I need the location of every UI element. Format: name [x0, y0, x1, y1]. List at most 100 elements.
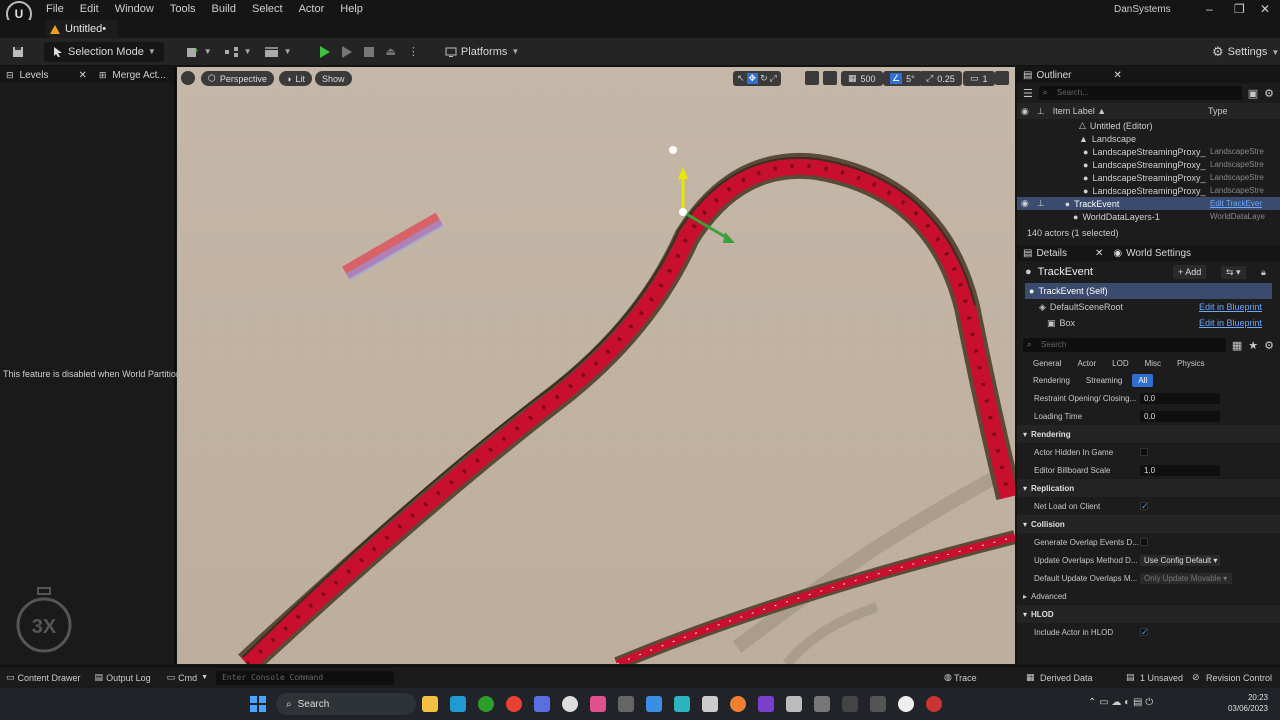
tab-details[interactable]: Details — [1036, 248, 1067, 259]
unreal-editor-taskbar-icon[interactable] — [898, 696, 914, 712]
camera-speed-button[interactable]: ▭ 1 — [963, 71, 995, 86]
settings-icon[interactable]: ⚙ — [1264, 87, 1274, 100]
category-streaming[interactable]: Streaming — [1080, 374, 1128, 387]
save-button[interactable] — [6, 42, 30, 62]
tray-icons[interactable]: ⌃ ▭ ☁ ◐ ▤ ⏻ — [1088, 697, 1153, 708]
unsaved-button[interactable]: 1 Unsaved — [1140, 673, 1183, 683]
hidden-checkbox[interactable] — [1140, 448, 1148, 456]
close-icon[interactable]: ✕ — [1113, 70, 1121, 81]
viewport-scene[interactable] — [177, 67, 1015, 664]
stop-button[interactable] — [358, 42, 380, 62]
edit-trackevent-link[interactable]: Edit TrackEver — [1210, 199, 1262, 208]
details-search-input[interactable]: ⌕ Search — [1023, 338, 1226, 352]
level-viewport[interactable]: ⬡ Perspective ◑ Lit Show ↖ ✥ ↻ ⤢ ▦ 500 ∠… — [177, 67, 1015, 664]
clock[interactable]: 20:23 03/06/2023 — [1214, 692, 1268, 714]
tab-world-settings[interactable]: World Settings — [1126, 248, 1191, 259]
outliner-row-proxy[interactable]: ● LandscapeStreamingProxy_ LandscapeStre — [1017, 184, 1280, 197]
play-options-button[interactable]: ⋮ — [402, 42, 425, 62]
menu-build[interactable]: Build — [204, 0, 244, 20]
hlod-checkbox[interactable]: ✓ — [1140, 628, 1149, 637]
scale-snap-button[interactable]: ⤢ 0.25 — [919, 71, 962, 86]
pin-icon[interactable]: ⊥ — [1037, 198, 1045, 209]
menu-tools[interactable]: Tools — [162, 0, 204, 20]
console-input[interactable]: Enter Console Command — [216, 670, 395, 685]
minimize-icon[interactable]: – — [1206, 2, 1213, 16]
net-load-checkbox[interactable]: ✓ — [1140, 502, 1149, 511]
content-drawer-button[interactable]: Content Drawer — [18, 673, 81, 683]
surface-snap-icon[interactable] — [823, 71, 837, 85]
perspective-button[interactable]: ⬡ Perspective — [201, 71, 274, 86]
menu-help[interactable]: Help — [332, 0, 371, 20]
outliner-row-untitled[interactable]: △ Untitled (Editor) — [1017, 119, 1280, 132]
prop-value-input[interactable]: 1.0 — [1140, 464, 1220, 476]
prop-value-input[interactable]: 0.0 — [1140, 410, 1220, 422]
outliner-row-trackevent[interactable]: ◉ ⊥ ● TrackEvent Edit TrackEver — [1017, 197, 1280, 210]
meta-icon[interactable] — [814, 696, 830, 712]
chrome-icon[interactable] — [506, 696, 522, 712]
tab-levels[interactable]: ⊟ Levels ✕ — [0, 70, 93, 81]
xbox-icon[interactable] — [478, 696, 494, 712]
add-actor-button[interactable]: + ▼ — [180, 42, 218, 62]
rotation-snap-button[interactable]: ∠ 5° — [883, 71, 922, 86]
edit-in-blueprint-link[interactable]: Edit in Blueprint — [1199, 302, 1262, 312]
category-misc[interactable]: Misc — [1139, 357, 1167, 370]
show-button[interactable]: Show — [315, 71, 352, 86]
trace-button[interactable]: Trace — [954, 673, 977, 683]
lit-button[interactable]: ◑ Lit — [279, 71, 312, 86]
category-lod[interactable]: LOD — [1106, 357, 1134, 370]
account-name[interactable]: DanSystems — [1114, 4, 1171, 15]
settings-icon[interactable]: ⚙ — [1264, 339, 1274, 352]
details-actor-name[interactable]: TrackEvent — [1038, 266, 1093, 278]
section-replication[interactable]: ▾ Replication — [1017, 479, 1280, 497]
column-item-label[interactable]: Item Label ▲ — [1053, 106, 1106, 116]
section-hlod[interactable]: ▾ HLOD — [1017, 605, 1280, 623]
app-icon[interactable] — [618, 696, 634, 712]
taskbar-search[interactable]: ⌕ Search — [276, 693, 416, 715]
close-icon[interactable]: ✕ — [1260, 2, 1270, 16]
cmd-dropdown[interactable]: Cmd — [178, 673, 197, 683]
selection-mode-dropdown[interactable]: Selection Mode ▼ — [44, 41, 164, 62]
overlap-checkbox[interactable] — [1140, 538, 1148, 546]
move-tool-icon[interactable]: ✥ — [746, 73, 759, 84]
default-update-dropdown[interactable]: Only Update Movable ▾ — [1140, 572, 1232, 584]
outliner-search-input[interactable]: ⌕ Search... — [1038, 86, 1242, 100]
app-icon[interactable] — [702, 696, 718, 712]
grid-snap-button[interactable]: ▦ 500 — [841, 71, 883, 86]
add-folder-icon[interactable]: ▣ — [1248, 87, 1258, 100]
category-all[interactable]: All — [1132, 374, 1154, 387]
outliner-row-landscape[interactable]: ▲ Landscape — [1017, 132, 1280, 145]
category-actor[interactable]: Actor — [1071, 357, 1102, 370]
cinematics-button[interactable]: ▼ — [258, 42, 298, 62]
category-rendering[interactable]: Rendering — [1027, 374, 1076, 387]
app-icon[interactable] — [590, 696, 606, 712]
play-button[interactable] — [314, 42, 336, 62]
advanced-row[interactable]: ▸ Advanced — [1017, 587, 1280, 605]
settings-button[interactable]: ⚙ Settings ▼ — [1206, 42, 1280, 62]
menu-edit[interactable]: Edit — [72, 0, 107, 20]
filter-icon[interactable]: ☰ — [1023, 87, 1033, 100]
maximize-viewport-icon[interactable] — [995, 71, 1009, 85]
app-icon[interactable] — [758, 696, 774, 712]
outliner-row-worlddatalayers[interactable]: ● WorldDataLayers-1 WorldDataLaye — [1017, 210, 1280, 223]
tab-merge-actors[interactable]: ⊞ Merge Act... — [93, 70, 172, 81]
table-view-icon[interactable]: ▦ — [1232, 339, 1242, 352]
app-icon[interactable] — [674, 696, 690, 712]
restore-icon[interactable]: ❐ — [1234, 2, 1245, 16]
windows-start-icon[interactable] — [250, 696, 266, 712]
app-icon[interactable] — [870, 696, 886, 712]
platforms-dropdown[interactable]: Platforms ▼ — [439, 42, 525, 62]
scale-tool-icon[interactable]: ⤢ — [770, 73, 777, 84]
component-self[interactable]: ● TrackEvent (Self) — [1025, 283, 1272, 299]
viewport-menu-button[interactable] — [181, 71, 195, 85]
blueprint-button[interactable]: ▼ — [218, 42, 258, 62]
section-collision[interactable]: ▾ Collision — [1017, 515, 1280, 533]
close-icon[interactable]: ✕ — [1095, 248, 1103, 259]
store-icon[interactable] — [450, 696, 466, 712]
app-icon[interactable] — [646, 696, 662, 712]
app-icon[interactable] — [926, 696, 942, 712]
update-overlaps-dropdown[interactable]: Use Config Default ▾ — [1140, 554, 1220, 566]
menu-actor[interactable]: Actor — [291, 0, 333, 20]
menu-file[interactable]: File — [38, 0, 72, 20]
app-icon[interactable] — [562, 696, 578, 712]
world-local-icon[interactable] — [805, 71, 819, 85]
